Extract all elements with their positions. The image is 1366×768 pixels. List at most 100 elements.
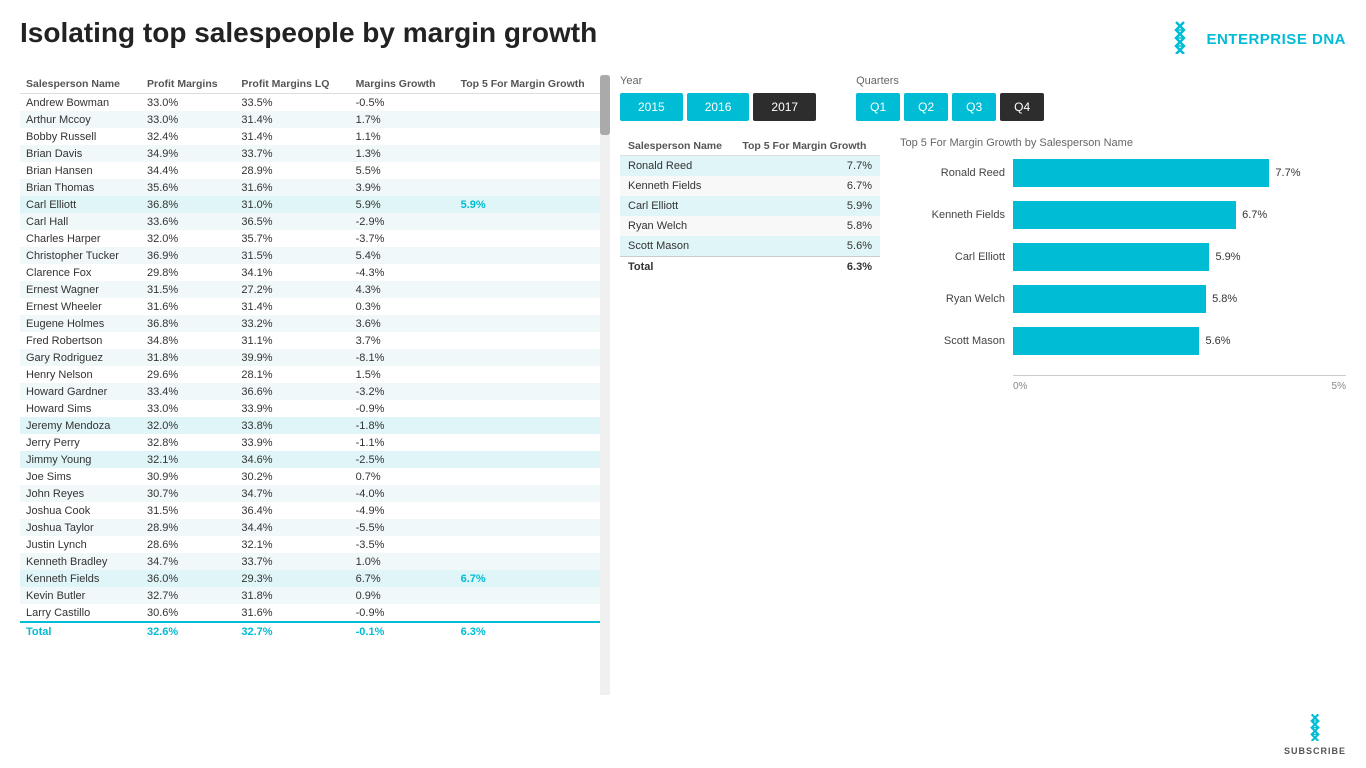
subscribe-area: SUBSCRIBE: [1284, 711, 1346, 756]
scrollbar[interactable]: [600, 75, 610, 695]
cell-mg: -0.5%: [350, 94, 455, 112]
cell-name: John Reyes: [20, 485, 141, 502]
cell-pm: 34.9%: [141, 145, 235, 162]
quarter-btn-Q2[interactable]: Q2: [904, 93, 948, 121]
bottom-row: Salesperson Name Top 5 For Margin Growth…: [620, 137, 1346, 392]
cell-mg: -4.9%: [350, 502, 455, 519]
table-row: Brian Hansen 34.4% 28.9% 5.5%: [20, 162, 610, 179]
cell-name: Arthur Mccoy: [20, 111, 141, 128]
cell-top5: [455, 536, 610, 553]
cell-name: Jerry Perry: [20, 434, 141, 451]
cell-name: Jeremy Mendoza: [20, 417, 141, 434]
mini-cell-val: 6.7%: [734, 176, 880, 196]
quarter-btn-Q1[interactable]: Q1: [856, 93, 900, 121]
mini-col1: Salesperson Name: [620, 137, 734, 156]
cell-mg: -2.5%: [350, 451, 455, 468]
cell-name: Justin Lynch: [20, 536, 141, 553]
bar-row: Carl Elliott 5.9%: [900, 243, 1346, 271]
bar-value: 5.8%: [1212, 293, 1237, 305]
cell-top5: [455, 230, 610, 247]
mini-cell-name: Ronald Reed: [620, 156, 734, 177]
mini-table: Salesperson Name Top 5 For Margin Growth…: [620, 137, 880, 277]
bar-track: 7.7%: [1013, 159, 1346, 187]
bar-row: Ronald Reed 7.7%: [900, 159, 1346, 187]
cell-pm: 31.6%: [141, 298, 235, 315]
bar-value: 5.9%: [1215, 251, 1240, 263]
col-pm: Profit Margins: [141, 75, 235, 94]
cell-pmlq: 39.9%: [235, 349, 349, 366]
cell-mg: 1.1%: [350, 128, 455, 145]
col-pmlq: Profit Margins LQ: [235, 75, 349, 94]
cell-top5: [455, 366, 610, 383]
cell-pm: 32.8%: [141, 434, 235, 451]
cell-pmlq: 34.4%: [235, 519, 349, 536]
cell-mg: 3.6%: [350, 315, 455, 332]
table-row: Howard Sims 33.0% 33.9% -0.9%: [20, 400, 610, 417]
cell-name: Jimmy Young: [20, 451, 141, 468]
col-top5: Top 5 For Margin Growth: [455, 75, 610, 94]
mini-cell-val: 5.6%: [734, 236, 880, 257]
cell-top5: [455, 332, 610, 349]
cell-mg: 1.3%: [350, 145, 455, 162]
mini-cell-val: 5.9%: [734, 196, 880, 216]
year-btn-2017[interactable]: 2017: [753, 93, 816, 121]
cell-name: Henry Nelson: [20, 366, 141, 383]
year-btn-2016[interactable]: 2016: [687, 93, 750, 121]
bar-row: Ryan Welch 5.8%: [900, 285, 1346, 313]
cell-pmlq: 35.7%: [235, 230, 349, 247]
table-row: Larry Castillo 30.6% 31.6% -0.9%: [20, 604, 610, 622]
year-btn-2015[interactable]: 2015: [620, 93, 683, 121]
cell-mg: 0.3%: [350, 298, 455, 315]
bar-label: Ryan Welch: [900, 293, 1005, 305]
mini-table-row: Ryan Welch 5.8%: [620, 216, 880, 236]
cell-top5: [455, 604, 610, 622]
cell-name: Kenneth Bradley: [20, 553, 141, 570]
cell-mg: -3.5%: [350, 536, 455, 553]
cell-name: Fred Robertson: [20, 332, 141, 349]
table-row: Joe Sims 30.9% 30.2% 0.7%: [20, 468, 610, 485]
quarter-filter-group: Quarters Q1Q2Q3Q4: [856, 75, 1044, 121]
cell-name: Gary Rodriguez: [20, 349, 141, 366]
bar-track: 5.9%: [1013, 243, 1346, 271]
cell-top5: [455, 145, 610, 162]
cell-top5: [455, 162, 610, 179]
cell-top5: [455, 417, 610, 434]
left-panel: Salesperson Name Profit Margins Profit M…: [20, 75, 610, 753]
cell-mg: -4.3%: [350, 264, 455, 281]
mini-cell-name: Kenneth Fields: [620, 176, 734, 196]
cell-pmlq: 30.2%: [235, 468, 349, 485]
cell-pm: 36.9%: [141, 247, 235, 264]
cell-pmlq: 36.5%: [235, 213, 349, 230]
cell-pm: 29.6%: [141, 366, 235, 383]
cell-name: Carl Elliott: [20, 196, 141, 213]
table-row: Ernest Wagner 31.5% 27.2% 4.3%: [20, 281, 610, 298]
table-row: Ernest Wheeler 31.6% 31.4% 0.3%: [20, 298, 610, 315]
cell-pm: 36.8%: [141, 196, 235, 213]
cell-mg: 6.7%: [350, 570, 455, 587]
cell-pm: 35.6%: [141, 179, 235, 196]
cell-pm: 32.7%: [141, 587, 235, 604]
mini-table-row: Ronald Reed 7.7%: [620, 156, 880, 177]
cell-name: Charles Harper: [20, 230, 141, 247]
cell-pmlq: 31.4%: [235, 128, 349, 145]
scrollbar-thumb[interactable]: [600, 75, 610, 135]
quarter-btn-Q4[interactable]: Q4: [1000, 93, 1044, 121]
dna-icon: [1162, 18, 1198, 61]
quarter-btn-Q3[interactable]: Q3: [952, 93, 996, 121]
cell-pm: 30.7%: [141, 485, 235, 502]
table-row: Brian Davis 34.9% 33.7% 1.3%: [20, 145, 610, 162]
table-row: Jimmy Young 32.1% 34.6% -2.5%: [20, 451, 610, 468]
cell-pmlq: 31.6%: [235, 179, 349, 196]
mini-footer-label: Total: [620, 257, 734, 278]
cell-mg: 0.7%: [350, 468, 455, 485]
mini-footer-val: 6.3%: [734, 257, 880, 278]
cell-top5: [455, 349, 610, 366]
filter-row: Year 201520162017 Quarters Q1Q2Q3Q4: [620, 75, 1346, 121]
cell-mg: -8.1%: [350, 349, 455, 366]
cell-mg: 4.3%: [350, 281, 455, 298]
footer-top5: 6.3%: [455, 622, 610, 641]
table-row: Charles Harper 32.0% 35.7% -3.7%: [20, 230, 610, 247]
cell-name: Brian Hansen: [20, 162, 141, 179]
cell-name: Bobby Russell: [20, 128, 141, 145]
cell-top5: [455, 128, 610, 145]
